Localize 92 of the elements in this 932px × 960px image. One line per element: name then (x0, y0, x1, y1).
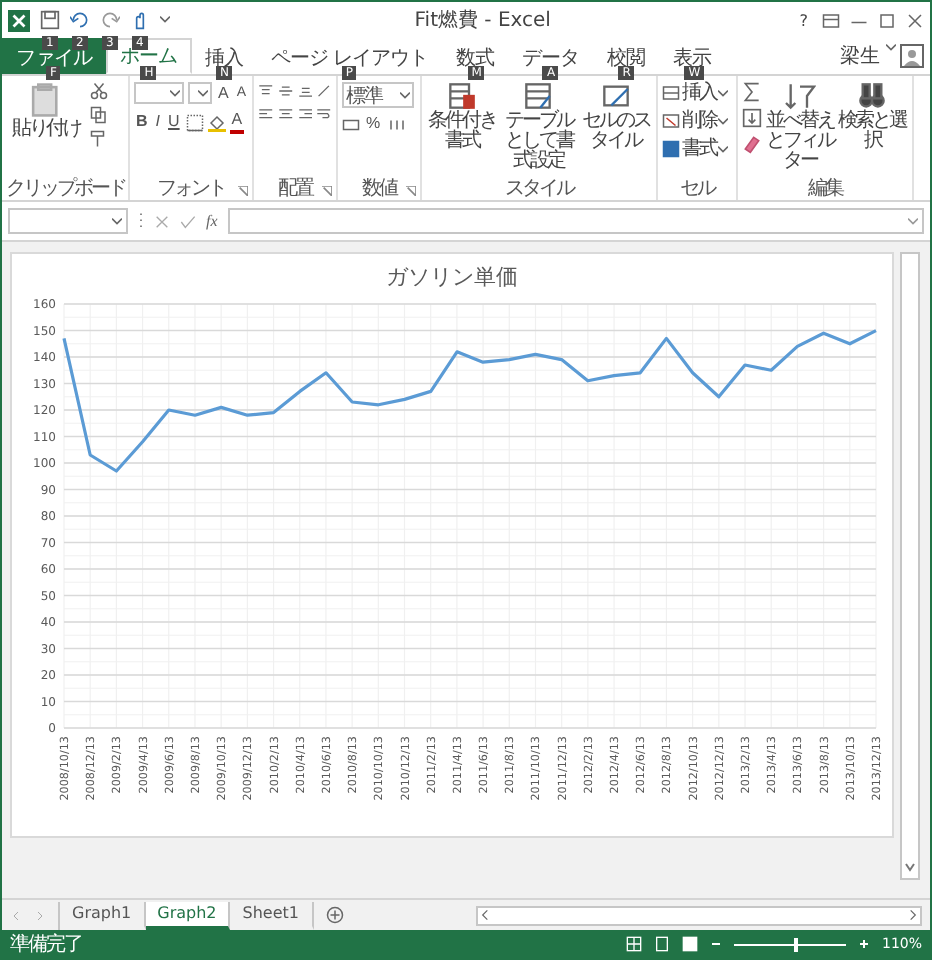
maximize-icon[interactable] (878, 11, 896, 29)
chart-title: ガソリン単価 (386, 262, 518, 292)
redo-icon[interactable] (100, 10, 120, 30)
borders-icon[interactable] (185, 113, 204, 131)
table-format-icon[interactable] (522, 82, 555, 110)
window-title: Fit燃費 - Excel (412, 7, 553, 34)
group-label: 数値 (362, 177, 396, 199)
percent-button[interactable]: % (364, 114, 383, 134)
caret-icon[interactable] (170, 89, 181, 97)
cells-button[interactable]: 挿入 (662, 82, 728, 104)
zoom-out-icon[interactable] (709, 938, 722, 950)
insert-rows-icon[interactable] (662, 84, 680, 102)
italic-button[interactable]: I (153, 112, 163, 132)
underline-button[interactable]: U (166, 112, 182, 132)
sum-icon[interactable] (742, 82, 762, 102)
group-label: クリップボード (5, 177, 125, 199)
scroll-right-icon[interactable] (906, 908, 920, 922)
caret-icon[interactable] (718, 89, 728, 97)
caret-icon[interactable] (400, 91, 410, 99)
scroll-left-icon[interactable] (477, 908, 491, 922)
align-left-icon[interactable] (258, 106, 274, 124)
formula-input[interactable] (227, 208, 924, 234)
avatar-icon[interactable] (900, 44, 924, 68)
align-bottom-icon[interactable] (297, 82, 313, 100)
group-label: 編集 (808, 177, 842, 199)
status-text: 準備完了 (10, 931, 82, 958)
format-cells-icon[interactable] (662, 140, 680, 158)
sort-filter-icon[interactable] (784, 82, 816, 110)
grow-font-button[interactable]: A (215, 83, 231, 103)
binoculars-icon[interactable] (856, 82, 888, 110)
conditional-format-icon[interactable] (446, 82, 479, 110)
cell-styles-icon[interactable] (599, 82, 632, 110)
text-angle-icon[interactable] (316, 82, 332, 100)
fill-down-icon[interactable] (742, 108, 762, 128)
undo-icon[interactable] (70, 10, 90, 30)
wrap-text-icon[interactable] (316, 106, 332, 124)
caret-icon[interactable] (112, 217, 122, 225)
close-icon[interactable] (906, 11, 924, 29)
scissors-icon[interactable] (90, 82, 108, 100)
editing-button[interactable]: 並べ替えとフィルター (766, 82, 834, 176)
add-sheet-icon[interactable] (325, 906, 343, 924)
slider-thumb[interactable] (793, 937, 798, 951)
group-label: 配置 (278, 177, 312, 199)
group-label: スタイル (505, 177, 573, 199)
vertical-scrollbar[interactable] (900, 252, 920, 880)
paste-button[interactable]: 貼り付け (6, 82, 86, 176)
font-size-field[interactable] (188, 82, 212, 104)
check-icon[interactable] (180, 213, 196, 229)
clipboard-icon[interactable] (30, 82, 62, 118)
caret-icon[interactable] (886, 44, 896, 52)
caret-icon[interactable] (160, 16, 170, 24)
delete-rows-icon[interactable] (662, 112, 680, 130)
style-button[interactable]: 条件付き書式 (426, 82, 499, 176)
caret-icon[interactable] (908, 217, 918, 225)
hand-icon[interactable] (130, 10, 150, 30)
fill-color-icon[interactable] (207, 113, 226, 131)
caret-icon[interactable] (718, 145, 728, 153)
help-button[interactable]: ? (795, 11, 812, 29)
group-label: セル (680, 177, 714, 199)
style-button[interactable]: テーブルとして書式設定 (502, 82, 576, 176)
ribbon-display-icon[interactable] (822, 11, 840, 29)
copy-icon[interactable] (90, 106, 108, 124)
user-name[interactable]: 梁生 (840, 42, 880, 70)
number-format-field[interactable]: 標準 (342, 82, 414, 108)
save-icon[interactable] (40, 10, 60, 30)
page-layout-icon[interactable] (653, 936, 670, 952)
normal-view-icon[interactable] (625, 936, 642, 952)
align-right-icon[interactable] (297, 106, 313, 124)
cells-button[interactable]: 削除 (662, 110, 728, 132)
zoom-in-icon[interactable] (857, 938, 870, 950)
font-color-button[interactable]: A (229, 110, 245, 134)
launcher-icon[interactable] (238, 186, 248, 196)
format-painter-icon[interactable] (90, 130, 108, 148)
group-label: フォント (157, 177, 225, 199)
page-break-icon[interactable] (681, 936, 698, 952)
align-top-icon[interactable] (258, 82, 274, 100)
font-name-field[interactable] (134, 82, 185, 104)
horizontal-scrollbar[interactable] (475, 905, 922, 925)
launcher-icon[interactable] (322, 186, 332, 196)
align-center-icon[interactable] (277, 106, 293, 124)
function-button[interactable]: fx (206, 212, 218, 230)
sheet-tab[interactable]: Graph2 (145, 901, 231, 929)
cells-button[interactable]: 書式 (662, 138, 728, 160)
editing-button[interactable]: 検索と選択 (838, 82, 906, 176)
bold-button[interactable]: B (134, 112, 150, 132)
app-logo-icon[interactable] (8, 9, 30, 31)
style-button[interactable]: セルのスタイル (579, 82, 652, 176)
caret-icon[interactable] (718, 117, 728, 125)
eraser-icon[interactable] (742, 134, 762, 154)
launcher-icon[interactable] (406, 186, 416, 196)
align-middle-icon[interactable] (277, 82, 293, 100)
caret-icon[interactable] (197, 89, 208, 97)
